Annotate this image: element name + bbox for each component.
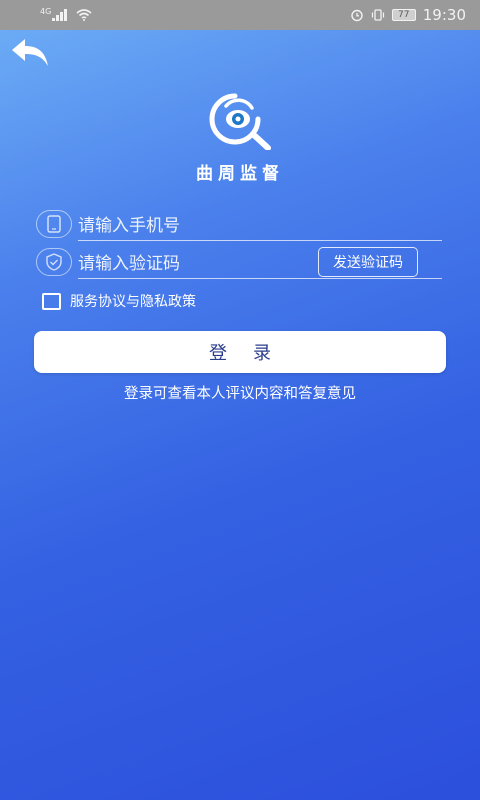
app-logo [202, 92, 278, 151]
vibrate-icon [371, 9, 384, 21]
back-button[interactable] [10, 38, 52, 70]
signal-indicator: 4G [40, 7, 68, 21]
wifi-icon [76, 9, 92, 21]
alarm-icon [351, 9, 363, 22]
code-underline [78, 278, 442, 279]
agreement-row: 服务协议与隐私政策 [42, 291, 196, 311]
code-field-icon [36, 248, 72, 276]
phone-underline [78, 240, 442, 241]
battery-indicator: 77 [391, 9, 416, 21]
status-right: 77 19:30 [350, 6, 466, 24]
shield-check-icon [46, 253, 62, 271]
phone-input[interactable] [78, 212, 438, 240]
phone-field-icon [36, 210, 72, 238]
agreement-checkbox[interactable] [42, 292, 61, 310]
app-title: 曲周监督 [196, 164, 284, 184]
status-time: 19:30 [422, 6, 466, 24]
status-bar: 4G 77 19:30 [0, 0, 480, 30]
login-button[interactable]: 登录 [34, 331, 446, 373]
signal-icon [52, 9, 68, 21]
code-input[interactable] [78, 250, 308, 278]
send-code-button[interactable]: 发送验证码 [318, 247, 418, 277]
network-type-label: 4G [40, 7, 52, 16]
eye-magnifier-icon [209, 93, 271, 151]
phone-icon [47, 215, 61, 233]
agreement-link[interactable]: 服务协议与隐私政策 [70, 291, 196, 311]
code-field-row: 发送验证码 [34, 246, 442, 284]
back-arrow-icon [12, 39, 48, 66]
phone-field-row [34, 208, 442, 246]
login-hint: 登录可查看本人评议内容和答复意见 [124, 386, 356, 402]
status-left: 4G [40, 7, 92, 21]
